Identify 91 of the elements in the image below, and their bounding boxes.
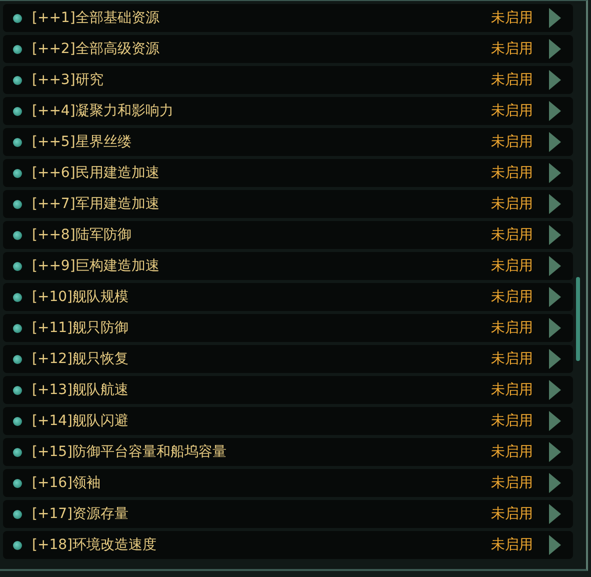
play-arrow-icon[interactable] (549, 473, 561, 493)
status-text: 未启用 (491, 505, 534, 523)
status-text: 未启用 (491, 102, 534, 120)
option-row[interactable]: [+14]舰队闪避 未启用 (3, 407, 573, 435)
play-arrow-icon[interactable] (549, 70, 561, 90)
status-text: 未启用 (491, 443, 534, 461)
status-text: 未启用 (491, 288, 534, 306)
option-row[interactable]: [+10]舰队规模 未启用 (3, 283, 573, 311)
option-label: [+18]环境改造速度 (32, 536, 158, 554)
status-text: 未启用 (491, 474, 534, 492)
option-row[interactable]: [++7]军用建造加速 未启用 (3, 190, 573, 218)
option-label: [++5]星界丝缕 (32, 133, 132, 151)
bullet-icon (13, 230, 22, 240)
play-arrow-icon[interactable] (549, 39, 561, 59)
bullet-icon (13, 386, 22, 394)
bullet-icon (13, 416, 22, 426)
option-label: [+12]舰只恢复 (32, 350, 130, 368)
play-arrow-icon[interactable] (549, 318, 561, 338)
option-row[interactable]: [+13]舰队航速 未启用 (3, 376, 573, 404)
option-label: [++7]军用建造加速 (32, 195, 160, 213)
play-arrow-icon[interactable] (549, 8, 561, 28)
option-label: [++6]民用建造加速 (32, 164, 160, 182)
option-label: [+17]资源存量 (32, 505, 130, 523)
play-arrow-icon[interactable] (549, 380, 561, 400)
option-row[interactable]: [++8]陆军防御 未启用 (3, 221, 573, 249)
status-text: 未启用 (491, 226, 534, 244)
play-arrow-icon[interactable] (549, 256, 561, 276)
play-arrow-icon[interactable] (549, 535, 561, 555)
option-label: [+11]舰只防御 (32, 319, 130, 337)
play-arrow-icon[interactable] (549, 349, 561, 369)
status-text: 未启用 (491, 381, 534, 399)
bullet-icon (13, 292, 22, 302)
bullet-icon (13, 262, 22, 270)
option-row[interactable]: [++3]研究 未启用 (3, 66, 573, 94)
status-text: 未启用 (491, 195, 534, 213)
bullet-icon (13, 540, 22, 550)
option-row[interactable]: [+11]舰只防御 未启用 (3, 314, 573, 342)
play-arrow-icon[interactable] (549, 504, 561, 524)
option-label: [++9]巨构建造加速 (32, 257, 160, 275)
option-label: [++1]全部基础资源 (32, 9, 160, 27)
bullet-icon (13, 510, 22, 518)
option-label: [++4]凝聚力和影响力 (32, 102, 174, 120)
bullet-icon (13, 478, 22, 488)
option-row[interactable]: [++2]全部高级资源 未启用 (3, 35, 573, 63)
status-text: 未启用 (491, 412, 534, 430)
option-label: [++8]陆军防御 (32, 226, 132, 244)
option-row[interactable]: [+12]舰只恢复 未启用 (3, 345, 573, 373)
bullet-icon (13, 76, 22, 84)
option-label: [+15]防御平台容量和船坞容量 (32, 443, 228, 461)
play-arrow-icon[interactable] (549, 194, 561, 214)
status-text: 未启用 (491, 133, 534, 151)
play-arrow-icon[interactable] (549, 163, 561, 183)
status-text: 未启用 (491, 9, 534, 27)
option-row[interactable]: [++6]民用建造加速 未启用 (3, 159, 573, 187)
play-arrow-icon[interactable] (549, 411, 561, 431)
option-row[interactable]: [++9]巨构建造加速 未启用 (3, 252, 573, 280)
play-arrow-icon[interactable] (549, 442, 561, 462)
play-arrow-icon[interactable] (549, 287, 561, 307)
status-text: 未启用 (491, 350, 534, 368)
status-text: 未启用 (491, 319, 534, 337)
scrollbar[interactable] (576, 277, 580, 361)
option-row[interactable]: [+16]领袖 未启用 (3, 469, 573, 497)
bullet-icon (13, 168, 22, 178)
bullet-icon (13, 138, 22, 146)
bullet-icon (13, 44, 22, 54)
status-text: 未启用 (491, 71, 534, 89)
bullet-icon (13, 200, 22, 208)
option-row[interactable]: [+17]资源存量 未启用 (3, 500, 573, 528)
option-label: [++2]全部高级资源 (32, 40, 160, 58)
option-row[interactable]: [+18]环境改造速度 未启用 (3, 531, 573, 559)
option-row[interactable]: [++4]凝聚力和影响力 未启用 (3, 97, 573, 125)
play-arrow-icon[interactable] (549, 101, 561, 121)
option-row[interactable]: [++5]星界丝缕 未启用 (3, 128, 573, 156)
option-label: [+14]舰队闪避 (32, 412, 130, 430)
status-text: 未启用 (491, 40, 534, 58)
option-row[interactable]: [++1]全部基础资源 未启用 (3, 4, 573, 32)
option-row[interactable]: [+15]防御平台容量和船坞容量 未启用 (3, 438, 573, 466)
bullet-icon (13, 106, 22, 116)
option-label: [+13]舰队航速 (32, 381, 130, 399)
play-arrow-icon[interactable] (549, 225, 561, 245)
play-arrow-icon[interactable] (549, 132, 561, 152)
option-label: [+16]领袖 (32, 474, 102, 492)
option-label: [++3]研究 (32, 71, 104, 89)
bullet-icon (13, 354, 22, 364)
status-text: 未启用 (491, 164, 534, 182)
status-text: 未启用 (491, 257, 534, 275)
bullet-icon (13, 448, 22, 456)
bullet-icon (13, 14, 22, 22)
status-text: 未启用 (491, 536, 534, 554)
bullet-icon (13, 324, 22, 332)
option-label: [+10]舰队规模 (32, 288, 130, 306)
